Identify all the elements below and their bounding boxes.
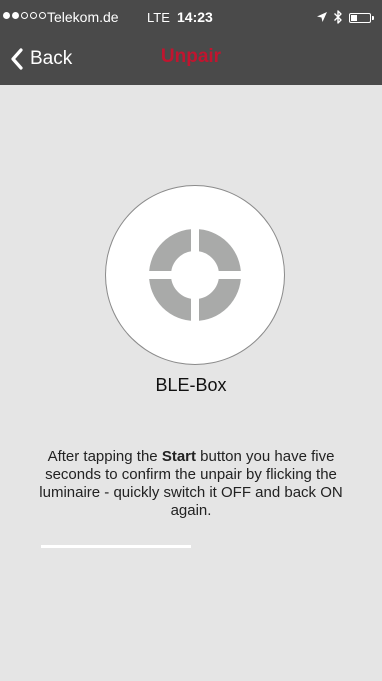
top-bar: Telekom.de LTE 14:23 Back Unpair xyxy=(0,0,382,85)
battery-icon xyxy=(349,13,371,23)
status-time: 14:23 xyxy=(177,9,213,25)
unpair-instructions: After tapping the Start button you have … xyxy=(30,448,352,520)
device-name: BLE-Box xyxy=(155,375,227,395)
status-bar: Telekom.de LTE 14:23 xyxy=(0,0,382,40)
signal-dot xyxy=(12,12,19,19)
signal-dot xyxy=(39,12,46,19)
location-arrow-icon xyxy=(317,12,327,22)
instructions-start-keyword: Start xyxy=(161,448,196,465)
network-type: LTE xyxy=(147,10,170,25)
battery-tip xyxy=(372,16,374,20)
signal-dot xyxy=(30,12,37,19)
signal-strength-icon xyxy=(3,12,46,19)
bluetooth-icon xyxy=(334,10,342,24)
signal-dot xyxy=(21,12,28,19)
page-title: Unpair xyxy=(160,46,222,67)
segmented-ring-icon xyxy=(148,228,242,322)
instructions-text-before: After tapping the xyxy=(47,448,162,465)
unpair-progress-fill xyxy=(41,545,191,548)
unpair-progress-bar xyxy=(41,545,341,548)
battery-level xyxy=(351,15,357,21)
signal-dot xyxy=(3,12,10,19)
device-card[interactable] xyxy=(106,186,284,364)
carrier-name: Telekom.de xyxy=(47,9,119,25)
